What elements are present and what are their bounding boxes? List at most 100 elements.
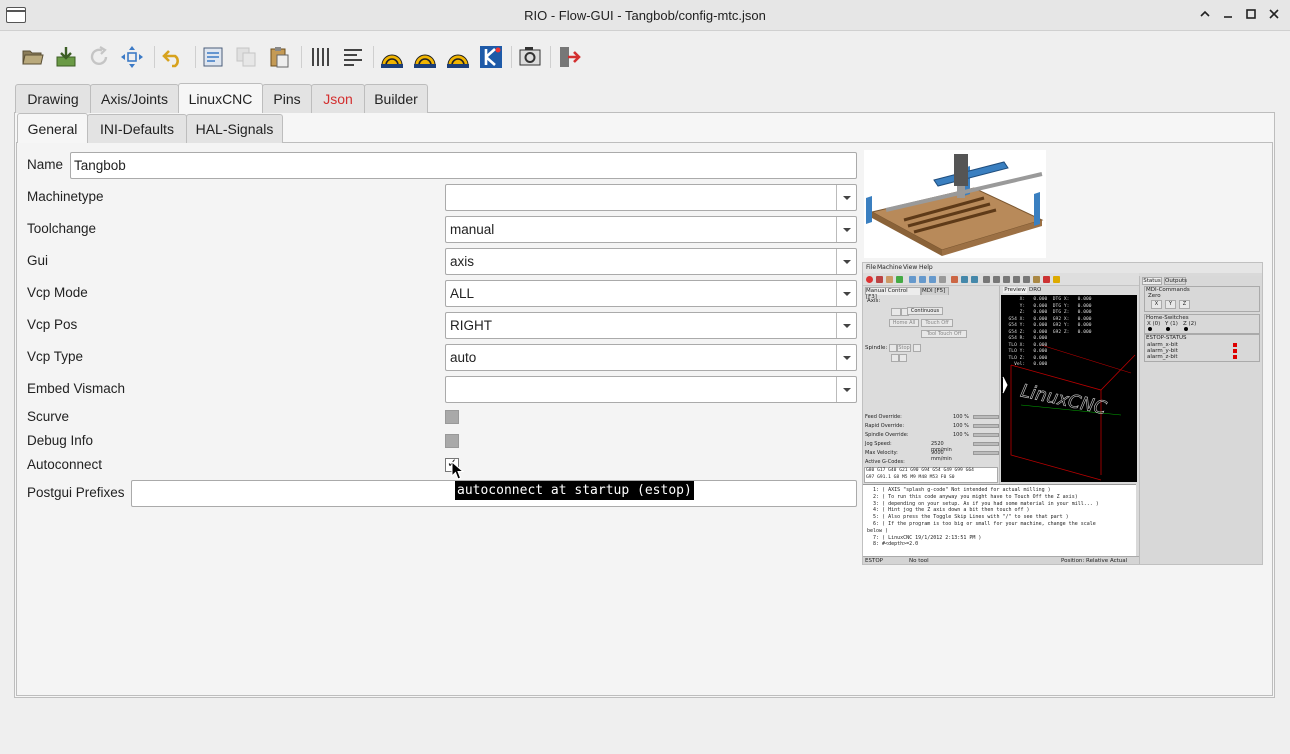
gui-value: axis	[450, 254, 475, 269]
preview-zero-z-button: Z	[1179, 300, 1190, 309]
preview-spindle-override: Spindle Override: 100 %	[865, 432, 969, 438]
preview-estop-label: ESTOP-STATUS	[1146, 335, 1187, 341]
undo-icon[interactable]	[158, 40, 188, 74]
preview-manual-control: Manual Control [F3] MDI [F5] Axis: Conti…	[863, 286, 1000, 484]
preview-statusbar: ESTOP No tool Position: Relative Actual	[863, 556, 1139, 564]
preview-tab-manual: Manual Control [F3]	[865, 287, 921, 300]
chevron-down-icon[interactable]	[836, 313, 856, 338]
exit-icon[interactable]	[554, 40, 584, 74]
chevron-down-icon[interactable]	[836, 185, 856, 210]
vcp-pos-select[interactable]: RIGHT	[445, 312, 857, 339]
preview-tab-preview: Preview	[1003, 287, 1027, 293]
preview-tab-dro: DRO	[1029, 287, 1042, 293]
tab-json[interactable]: Json	[311, 84, 365, 113]
preview-jog-mode: Continuous	[907, 307, 943, 315]
gui-select[interactable]: axis	[445, 248, 857, 275]
window-title: RIO - Flow-GUI - Tangbob/config-mtc.json	[524, 8, 766, 23]
chevron-down-icon[interactable]	[836, 249, 856, 274]
chevron-down-icon[interactable]	[836, 377, 856, 402]
preview-vcp-panel: Status Outputs MDI-Commands Zero X Y Z H…	[1139, 276, 1262, 564]
linuxcnc-icon[interactable]	[377, 40, 407, 74]
fit-arrows-icon[interactable]	[117, 40, 147, 74]
close-button[interactable]	[1264, 5, 1284, 25]
preview-estop-group: ESTOP-STATUS alarm_x-bit alarm_y-bit ala…	[1144, 334, 1260, 362]
kicad-icon[interactable]	[476, 40, 506, 74]
screenshot-icon[interactable]	[515, 40, 545, 74]
debug-info-checkbox[interactable]	[445, 434, 459, 448]
preview-toolbar	[863, 273, 1139, 286]
preview-menubar: File Machine View Help	[863, 263, 1262, 273]
postgui-prefixes-label: Postgui Prefixes	[27, 485, 125, 500]
vcp-mode-label: Vcp Mode	[27, 285, 88, 300]
preview-active-gcodes-label: Active G-Codes:	[865, 459, 905, 465]
mouse-cursor-icon	[451, 461, 465, 480]
preview-touch-off-button: Touch Off	[921, 319, 953, 327]
preview-stop-button: Stop	[897, 344, 911, 352]
minimize-button[interactable]	[1218, 5, 1238, 25]
paste-icon[interactable]	[264, 40, 294, 74]
linuxcnc-icon[interactable]	[443, 40, 473, 74]
tab-general[interactable]: General	[17, 113, 88, 143]
tab-ini-defaults[interactable]: INI-Defaults	[87, 114, 187, 143]
distribute-icon[interactable]	[305, 40, 335, 74]
title-bar: RIO - Flow-GUI - Tangbob/config-mtc.json	[0, 0, 1290, 31]
preview-tab-status: Status	[1142, 277, 1162, 285]
preview-zero-y-button: Y	[1165, 300, 1176, 309]
copy-icon[interactable]	[231, 40, 261, 74]
preview-menu-help: Help	[919, 264, 933, 271]
machinetype-select[interactable]	[445, 184, 857, 211]
align-left-icon[interactable]	[338, 40, 368, 74]
vcp-pos-label: Vcp Pos	[27, 317, 78, 332]
vcp-mode-value: ALL	[450, 286, 475, 301]
export-icon[interactable]	[198, 40, 228, 74]
preview-tab-outputs: Outputs	[1164, 277, 1187, 285]
chevron-down-icon[interactable]	[836, 281, 856, 306]
vcp-mode-select[interactable]: ALL	[445, 280, 857, 307]
maximize-button[interactable]	[1241, 5, 1261, 25]
toolchange-value: manual	[450, 222, 495, 237]
debug-info-label: Debug Info	[27, 433, 94, 448]
preview-home-group: Home-Switches X (0) Y (1) Z (2)	[1144, 314, 1260, 334]
preview-zero-x-button: X	[1151, 300, 1162, 309]
preview-jog-speed: Jog Speed: 2520 mm/min	[865, 441, 952, 453]
name-field[interactable]: Tangbob	[70, 152, 857, 179]
preview-feed-override: Feed Override: 100 %	[865, 414, 969, 420]
preview-active-gcodes: G80 G17 G40 G21 G90 G94 G54 G49 G99 G64 …	[864, 467, 998, 483]
tab-builder[interactable]: Builder	[364, 84, 428, 113]
save-download-icon[interactable]	[51, 40, 81, 74]
preview-spindle-label: Spindle:	[865, 345, 888, 351]
machinetype-label: Machinetype	[27, 189, 104, 204]
machine-image	[864, 150, 1046, 258]
preview-menu-view: View	[903, 264, 918, 271]
tab-axis-joints[interactable]: Axis/Joints	[90, 84, 179, 113]
preview-gcode-listing: 1: ( AXIS "splash g-code" Not intended f…	[863, 484, 1136, 557]
chevron-up-icon[interactable]	[1195, 5, 1215, 25]
linuxcnc-axis-preview: File Machine View Help Manual Control [F…	[862, 262, 1263, 565]
tab-drawing[interactable]: Drawing	[15, 84, 91, 113]
embed-vismach-label: Embed Vismach	[27, 381, 126, 396]
preview-canvas-text: LinuxCNC	[1019, 380, 1109, 419]
vcp-type-label: Vcp Type	[27, 349, 84, 364]
linuxcnc-icon[interactable]	[410, 40, 440, 74]
toolchange-select[interactable]: manual	[445, 216, 857, 243]
preview-3d-canvas: LinuxCNC X: 0.000 DTG X: 0.000 Y: 0.000 …	[1001, 295, 1137, 482]
chevron-down-icon[interactable]	[836, 345, 856, 370]
tab-hal-signals[interactable]: HAL-Signals	[186, 114, 283, 143]
scurve-checkbox[interactable]	[445, 410, 459, 424]
tab-pins[interactable]: Pins	[262, 84, 312, 113]
preview-tab-mdi: MDI [F5]	[921, 287, 949, 295]
preview-max-velocity: Max Velocity: 9000 mm/min	[865, 450, 952, 462]
vcp-pos-value: RIGHT	[450, 318, 492, 333]
scurve-label: Scurve	[27, 409, 70, 424]
preview-zero-label: Zero	[1148, 293, 1161, 299]
embed-vismach-select[interactable]	[445, 376, 857, 403]
preview-center-tabs: Preview DRO	[1001, 286, 1137, 295]
vcp-type-select[interactable]: auto	[445, 344, 857, 371]
chevron-down-icon[interactable]	[836, 217, 856, 242]
name-label: Name	[27, 157, 64, 172]
preview-menu-machine: Machine	[877, 264, 903, 271]
open-folder-icon[interactable]	[18, 40, 48, 74]
reload-icon[interactable]	[84, 40, 114, 74]
preview-tool-touch-off-button: Tool Touch Off	[921, 330, 967, 338]
tab-linuxcnc[interactable]: LinuxCNC	[178, 83, 263, 113]
